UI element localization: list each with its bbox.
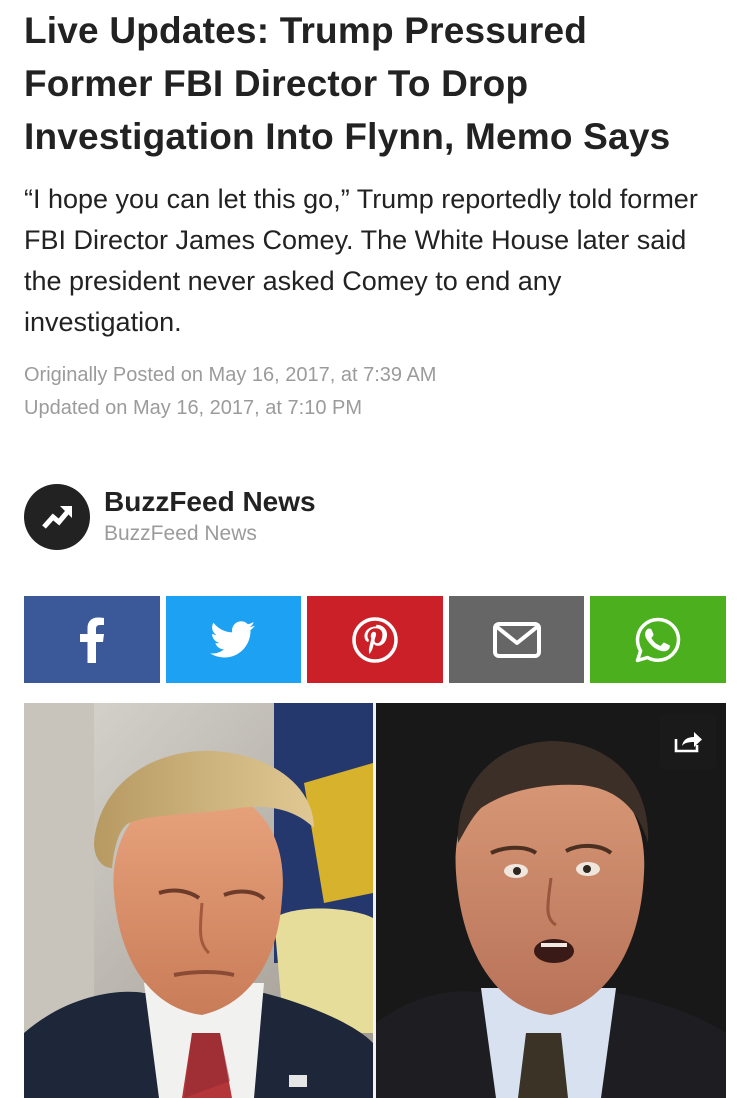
original-timestamp: Originally Posted on May 16, 2017, at 7:…	[24, 364, 437, 386]
updated-timestamp: Updated on May 16, 2017, at 7:10 PM	[24, 397, 362, 419]
whatsapp-icon	[635, 617, 681, 662]
byline[interactable]: BuzzFeed News BuzzFeed News	[24, 484, 316, 550]
share-bar	[24, 596, 726, 683]
facebook-share-button[interactable]	[24, 596, 160, 683]
email-share-button[interactable]	[448, 596, 585, 683]
twitter-icon	[210, 620, 256, 657]
headline: Live Updates: Trump Pressured Former FBI…	[24, 10, 671, 157]
email-icon	[492, 621, 541, 658]
article: Live Updates: Trump Pressured Former FBI…	[24, 0, 726, 1098]
author-name[interactable]: BuzzFeed News	[104, 485, 316, 519]
pinterest-share-button[interactable]	[307, 596, 443, 683]
author-subtitle: BuzzFeed News	[104, 522, 257, 545]
hero-image-left-portrait	[24, 703, 373, 1098]
timestamps: Originally Posted on May 16, 2017, at 7:…	[24, 359, 726, 425]
facebook-icon	[79, 617, 104, 663]
trending-arrow-icon	[42, 506, 72, 529]
hero-image[interactable]	[24, 703, 726, 1098]
whatsapp-share-button[interactable]	[590, 596, 726, 683]
share-arrow-icon	[674, 732, 702, 753]
image-share-button[interactable]	[660, 714, 716, 770]
author-text: BuzzFeed News BuzzFeed News	[104, 485, 316, 549]
author-avatar[interactable]	[24, 484, 90, 550]
twitter-share-button[interactable]	[165, 596, 302, 683]
pinterest-icon	[352, 616, 398, 663]
article-dek: “I hope you can let this go,” Trump repo…	[24, 184, 698, 337]
hero-image-right-portrait	[376, 703, 726, 1098]
